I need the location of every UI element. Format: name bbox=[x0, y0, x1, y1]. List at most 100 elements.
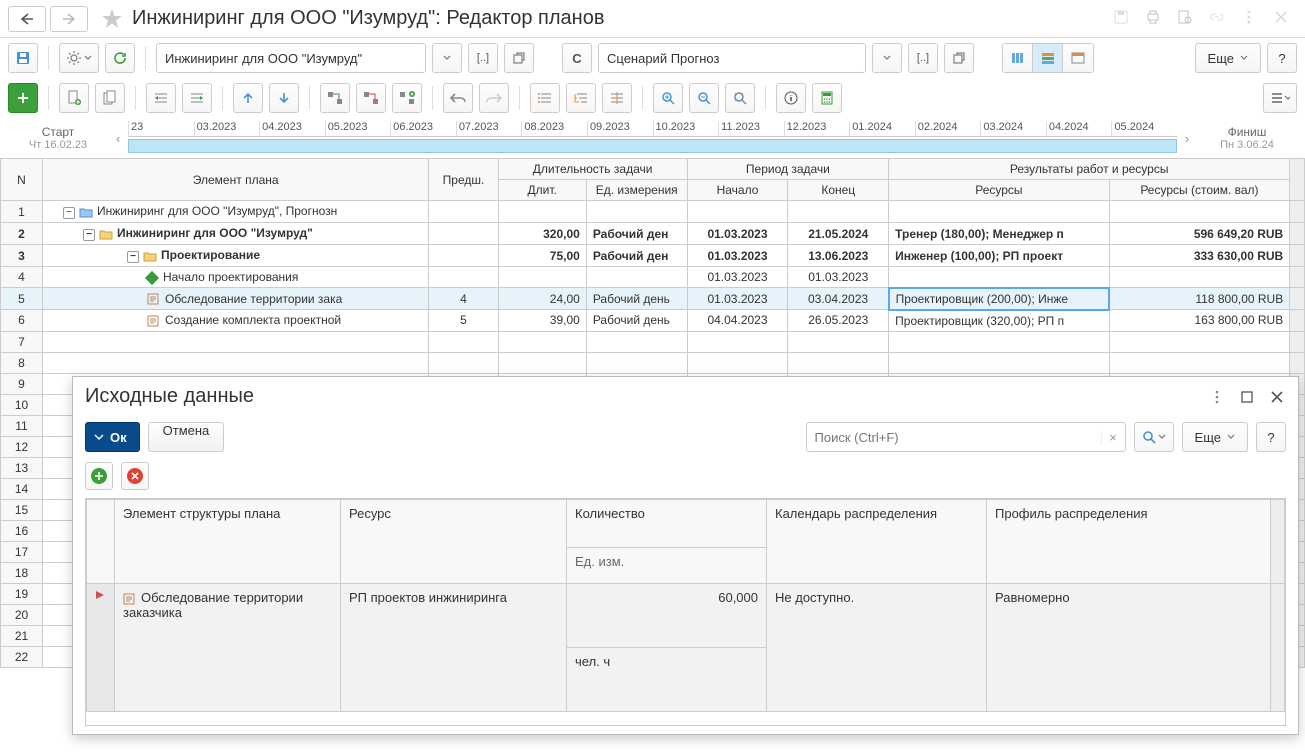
scenario-open-button[interactable] bbox=[944, 43, 974, 73]
cell-end[interactable]: 03.04.2023 bbox=[788, 288, 889, 310]
timeline-scroll-right[interactable]: › bbox=[1177, 131, 1197, 146]
grid-row[interactable]: 4 Начало проектирования 01.03.2023 01.03… bbox=[1, 267, 1305, 288]
cell-cost[interactable] bbox=[1109, 267, 1290, 288]
cell-dur[interactable]: 39,00 bbox=[498, 310, 586, 332]
cell-end[interactable]: 01.03.2023 bbox=[788, 267, 889, 288]
cell-dur[interactable] bbox=[498, 267, 586, 288]
tree-toggle[interactable]: − bbox=[127, 251, 139, 263]
dialog-maximize-icon[interactable] bbox=[1238, 388, 1256, 406]
grid-row[interactable]: 5 Обследование территории зака 4 24,00 Р… bbox=[1, 288, 1305, 310]
project-dropdown-icon[interactable] bbox=[432, 43, 462, 73]
move-down-button[interactable] bbox=[269, 83, 299, 113]
dialog-delete-button[interactable] bbox=[121, 462, 149, 490]
cell-start[interactable]: 01.03.2023 bbox=[687, 288, 788, 310]
cell-start[interactable] bbox=[687, 201, 788, 223]
cell-unit[interactable]: Рабочий день bbox=[586, 288, 687, 310]
favorite-star-icon[interactable] bbox=[100, 7, 124, 31]
cell-resource[interactable]: РП проектов инжиниринга bbox=[341, 584, 567, 712]
redo-button[interactable] bbox=[479, 83, 509, 113]
cell-dur[interactable]: 24,00 bbox=[498, 288, 586, 310]
source-data-grid[interactable]: Элемент структуры плана Ресурс Количеств… bbox=[86, 499, 1285, 712]
cell-resources[interactable]: Инженер (100,00); РП проект bbox=[889, 245, 1109, 267]
cell-element[interactable]: −Инжиниринг для ООО "Изумруд" bbox=[42, 223, 428, 245]
ok-button[interactable]: Ок bbox=[85, 422, 140, 452]
cell-start[interactable]: 01.03.2023 bbox=[687, 267, 788, 288]
cell-element[interactable]: Обследование территории заказчика bbox=[115, 584, 341, 712]
dialog-add-button[interactable] bbox=[85, 462, 113, 490]
grid-row[interactable]: 2 −Инжиниринг для ООО "Изумруд" 320,00 Р… bbox=[1, 223, 1305, 245]
cell-start[interactable]: 01.03.2023 bbox=[687, 223, 788, 245]
move-up-button[interactable] bbox=[233, 83, 263, 113]
save-icon[interactable] bbox=[1113, 9, 1133, 29]
cell-end[interactable]: 13.06.2023 bbox=[788, 245, 889, 267]
cell-pred[interactable] bbox=[429, 223, 498, 245]
cell-pred[interactable]: 5 bbox=[429, 310, 498, 332]
cell-cost[interactable]: 333 630,00 RUB bbox=[1109, 245, 1290, 267]
project-selector[interactable]: Инжиниринг для ООО "Изумруд" bbox=[156, 43, 426, 73]
cell-unit[interactable]: Рабочий день bbox=[586, 310, 687, 332]
cell-resources[interactable]: Тренер (180,00); Менеджер п bbox=[889, 223, 1109, 245]
search-clear-icon[interactable]: × bbox=[1101, 430, 1125, 445]
link-icon[interactable] bbox=[1209, 9, 1229, 29]
cell-pred[interactable]: 4 bbox=[429, 288, 498, 310]
more-menu[interactable]: Еще bbox=[1195, 43, 1261, 73]
list-2-button[interactable] bbox=[566, 83, 596, 113]
settings-button[interactable] bbox=[59, 43, 99, 73]
cell-unit[interactable] bbox=[586, 201, 687, 223]
cell-start[interactable]: 04.04.2023 bbox=[687, 310, 788, 332]
refresh-button[interactable] bbox=[105, 43, 135, 73]
link-1-button[interactable] bbox=[320, 83, 350, 113]
cell-resources[interactable]: Проектировщик (200,00); Инже bbox=[889, 288, 1109, 310]
cancel-button[interactable]: Отмена bbox=[148, 422, 225, 452]
cell-start[interactable]: 01.03.2023 bbox=[687, 245, 788, 267]
cell-end[interactable]: 21.05.2024 bbox=[788, 223, 889, 245]
project-open-button[interactable] bbox=[504, 43, 534, 73]
grid-row-empty[interactable]: 7 bbox=[1, 331, 1305, 352]
cell-pred[interactable] bbox=[429, 267, 498, 288]
forward-button[interactable] bbox=[50, 6, 88, 32]
help-button[interactable]: ? bbox=[1267, 43, 1297, 73]
dialog-help-button[interactable]: ? bbox=[1256, 422, 1286, 452]
tree-toggle[interactable]: − bbox=[63, 207, 75, 219]
cell-resources[interactable] bbox=[889, 267, 1109, 288]
cell-unit[interactable]: Рабочий ден bbox=[586, 223, 687, 245]
cell-cost[interactable] bbox=[1109, 201, 1290, 223]
tree-toggle[interactable]: − bbox=[83, 229, 95, 241]
doc-add-button[interactable] bbox=[59, 83, 89, 113]
cell-unit[interactable]: чел. ч bbox=[567, 648, 767, 712]
link-add-button[interactable] bbox=[392, 83, 422, 113]
cell-unit[interactable] bbox=[586, 267, 687, 288]
dialog-kebab-icon[interactable] bbox=[1208, 388, 1226, 406]
search-box[interactable]: × bbox=[806, 422, 1126, 452]
cell-end[interactable]: 26.05.2023 bbox=[788, 310, 889, 332]
row-marker[interactable] bbox=[87, 584, 115, 712]
outdent-button[interactable] bbox=[146, 83, 176, 113]
dialog-close-icon[interactable] bbox=[1268, 388, 1286, 406]
cell-pred[interactable] bbox=[429, 201, 498, 223]
indent-button[interactable] bbox=[182, 83, 212, 113]
cell-cost[interactable]: 596 649,20 RUB bbox=[1109, 223, 1290, 245]
cell-cost[interactable]: 163 800,00 RUB bbox=[1109, 310, 1290, 332]
timeline-scroll-left[interactable]: ‹ bbox=[108, 131, 128, 146]
list-3-button[interactable] bbox=[602, 83, 632, 113]
cell-dur[interactable]: 75,00 bbox=[498, 245, 586, 267]
zoom-out-button[interactable] bbox=[689, 83, 719, 113]
cell-resources[interactable] bbox=[889, 201, 1109, 223]
cell-dur[interactable]: 320,00 bbox=[498, 223, 586, 245]
view-mode-2[interactable] bbox=[1033, 44, 1063, 72]
cell-calendar[interactable]: Не доступно. bbox=[767, 584, 987, 712]
cell-qty[interactable]: 60,000 bbox=[567, 584, 767, 648]
doc-copy-button[interactable] bbox=[95, 83, 125, 113]
cell-element[interactable]: Начало проектирования bbox=[42, 267, 428, 288]
view-mode-3[interactable] bbox=[1063, 44, 1093, 72]
add-button[interactable] bbox=[8, 83, 38, 113]
cell-element[interactable]: Создание комплекта проектной bbox=[42, 310, 428, 332]
timeline-track[interactable]: 2303.202304.202305.202306.202307.202308.… bbox=[128, 121, 1177, 155]
cell-element[interactable]: −Проектирование bbox=[42, 245, 428, 267]
undo-button[interactable] bbox=[443, 83, 473, 113]
zoom-in-button[interactable] bbox=[653, 83, 683, 113]
kebab-icon[interactable] bbox=[1241, 9, 1261, 29]
link-2-button[interactable] bbox=[356, 83, 386, 113]
grid-row[interactable]: 1 −Инжиниринг для ООО "Изумруд", Прогноз… bbox=[1, 201, 1305, 223]
scenario-selector[interactable]: Сценарий Прогноз bbox=[598, 43, 866, 73]
